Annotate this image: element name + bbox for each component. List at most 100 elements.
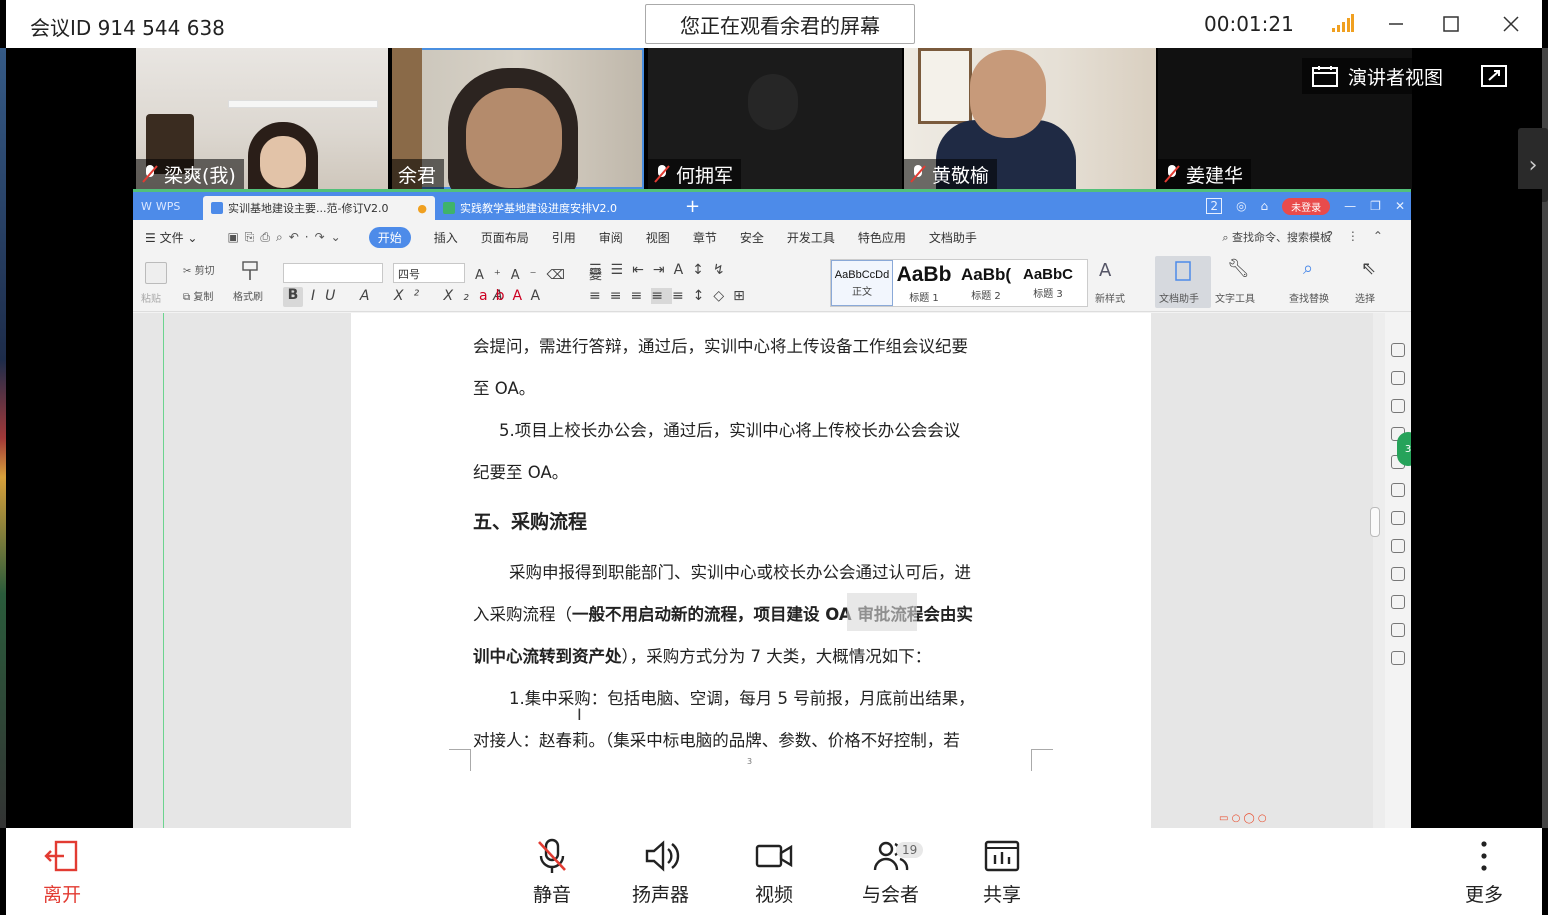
history-icon[interactable] [1391, 623, 1405, 637]
wps-minimize-icon[interactable]: — [1344, 199, 1356, 213]
screen-share-banner[interactable]: 您正在观看余君的屏幕 [645, 4, 915, 44]
font-size-select[interactable]: 四号 [393, 263, 465, 283]
new-style-icon[interactable]: A [1099, 260, 1111, 281]
maximize-icon[interactable] [1437, 10, 1465, 38]
file-menu[interactable]: ☰ 文件 ⌄ [145, 229, 197, 246]
command-search[interactable]: ⌕ 查找命令、搜索模板 [1222, 229, 1331, 245]
speaker-icon [645, 840, 679, 872]
grid-view-icon [1312, 66, 1338, 87]
alignment-icons[interactable]: ≡≡≡≡≡↕◇⊞ [589, 288, 754, 304]
menu-item-view[interactable]: 视图 [646, 229, 670, 246]
mic-muted-icon [1164, 165, 1180, 183]
style-heading-3[interactable]: AaBbC 标题 3 [1017, 260, 1079, 306]
sync-icon[interactable]: ◎ [1236, 199, 1246, 213]
close-icon[interactable] [1497, 10, 1525, 38]
shapes-icon[interactable] [1391, 399, 1405, 413]
image-icon[interactable] [1391, 595, 1405, 609]
style-heading-2[interactable]: AaBb(标题 2 [955, 260, 1017, 306]
participant-tile[interactable]: 梁爽(我) [136, 48, 388, 189]
menu-item-features[interactable]: 特色应用 [858, 229, 906, 246]
wps-window: W WPS 实训基地建设主要...范-修订V2.0 ● 实践教学基地建设进度安排V… [133, 189, 1411, 828]
select-button[interactable]: 选择 [1355, 290, 1375, 305]
menu-item-security[interactable]: 安全 [740, 229, 764, 246]
share-icon[interactable] [1391, 511, 1405, 525]
leave-button[interactable]: 离开 [42, 836, 82, 907]
quick-access-icons[interactable]: ▣⎘⎙⌕↶·↷⌄ [227, 230, 346, 245]
wps-close-icon[interactable]: ✕ [1395, 199, 1405, 213]
menu-item-doc-assistant[interactable]: 文档助手 [929, 229, 977, 246]
presenter-view-button[interactable]: 演讲者视图 [1302, 58, 1462, 94]
wrench-icon[interactable]: 🔧︎ [1227, 258, 1250, 279]
page-number: 3 [747, 757, 753, 766]
list-indent-icons[interactable]: ☰☰⇤⇥A↕↯ [589, 262, 734, 278]
menu-item-insert[interactable]: 插入 [434, 229, 458, 246]
text-highlight [847, 593, 917, 631]
wps-logo[interactable]: W WPS [133, 192, 203, 220]
help-icon[interactable] [1391, 651, 1405, 665]
window-count-badge[interactable]: 2 [1206, 198, 1223, 214]
participant-name-label: 余君 [392, 159, 445, 189]
status-icons: ▭ ○ ◯ ○ [1219, 813, 1267, 824]
document-tab-active[interactable]: 实训基地建设主要...范-修订V2.0 ● [203, 196, 435, 220]
video-strip: 梁爽(我) 余君 何拥军 黄敬榆 姜建华 演讲者视图 › [6, 48, 1548, 202]
document-page[interactable]: 会提问，需进行答辩，通过后，实训中心将上传设备工作组会议纪要 至 OA。 5.项… [351, 313, 1151, 828]
doc-line: 至 OA。 [473, 379, 536, 398]
copy-button[interactable]: ⧉ 复制 [183, 288, 213, 303]
document-tab[interactable]: 实践教学基地建设进度安排V2.0 [435, 196, 671, 220]
participant-tile[interactable]: 黄敬榆 [904, 48, 1156, 189]
video-button[interactable]: 视频 [754, 836, 794, 907]
menu-item-references[interactable]: 引用 [552, 229, 576, 246]
new-tab-icon[interactable]: + [685, 196, 700, 217]
share-button[interactable]: 共享 [982, 836, 1022, 907]
doc-line: 5.项目上校长办公会，通过后，实训中心将上传校长办公会会议 [499, 421, 961, 440]
section-heading: 五、采购流程 [473, 511, 588, 533]
mic-muted-icon [910, 165, 926, 183]
translate-icon[interactable] [1391, 539, 1405, 553]
scrollbar-thumb[interactable] [1370, 507, 1380, 537]
style-heading-1[interactable]: AaBb 标题 1 [893, 260, 955, 306]
minimize-icon[interactable] [1382, 10, 1410, 38]
archive-icon[interactable] [1391, 567, 1405, 581]
more-button[interactable]: 更多 [1464, 836, 1504, 907]
format-painter-button[interactable]: 格式刷 [233, 288, 263, 303]
menu-item-review[interactable]: 审阅 [599, 229, 623, 246]
participant-name-label: 梁爽(我) [136, 159, 244, 189]
paste-button[interactable]: 粘贴 [141, 290, 161, 305]
signal-strength-icon[interactable] [1332, 14, 1354, 32]
find-icon[interactable]: ⌕ [1303, 258, 1313, 279]
fullscreen-button[interactable] [1476, 58, 1512, 94]
new-style-button[interactable]: 新样式 [1095, 290, 1125, 305]
doc-assistant-button[interactable]: 文档助手 [1155, 256, 1211, 308]
font-name-select[interactable] [283, 263, 383, 283]
skin-icon[interactable]: ⌂ [1261, 199, 1269, 213]
bold-button[interactable]: B [283, 287, 303, 307]
cursor-icon[interactable]: ⇖ [1361, 258, 1376, 279]
mic-muted-icon [538, 838, 566, 873]
menu-item-dev-tools[interactable]: 开发工具 [787, 229, 835, 246]
find-replace-button[interactable]: 查找替换 [1289, 290, 1329, 305]
speaker-button[interactable]: 扬声器 [632, 836, 689, 907]
pen-icon[interactable] [1391, 343, 1405, 357]
floating-assistant-icon[interactable]: 3 [1397, 432, 1411, 466]
menu-item-home[interactable]: 开始 [368, 226, 411, 248]
mute-button[interactable]: 静音 [532, 836, 572, 907]
login-button[interactable]: 未登录 [1282, 197, 1331, 215]
face-image [260, 136, 306, 188]
vertical-scrollbar[interactable] [1373, 313, 1385, 828]
help-more-collapse-icons[interactable]: ?⋮⌃ [1327, 229, 1397, 243]
text-tools-button[interactable]: 文字工具 [1215, 290, 1255, 305]
cut-button[interactable]: ✂ 剪切 [183, 262, 215, 277]
pointer-icon[interactable] [1391, 371, 1405, 385]
participants-count-badge: 19 [896, 842, 924, 858]
menu-item-section[interactable]: 章节 [693, 229, 717, 246]
participant-tile[interactable]: 何拥军 [648, 48, 902, 189]
wps-restore-icon[interactable]: ❐ [1370, 199, 1381, 213]
menu-item-layout[interactable]: 页面布局 [481, 229, 529, 246]
style-normal[interactable]: AaBbCcDd 正文 [831, 260, 893, 306]
participants-button[interactable]: 19 与会者 [862, 836, 924, 907]
format-painter-icon[interactable] [239, 260, 261, 282]
star-icon[interactable] [1391, 483, 1405, 497]
participant-tile-active[interactable]: 余君 [392, 48, 644, 189]
paste-icon[interactable] [145, 262, 167, 284]
color-icons[interactable]: abAA [479, 288, 548, 304]
